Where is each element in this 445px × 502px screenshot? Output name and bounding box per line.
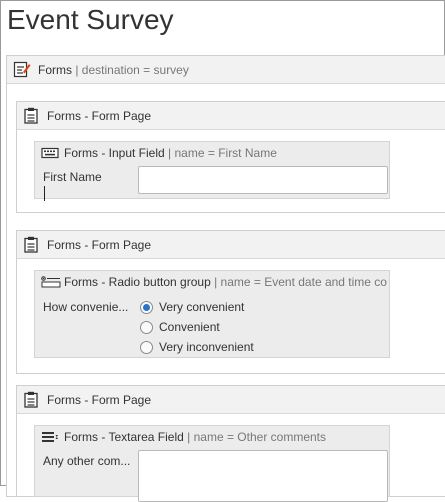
forms-header[interactable]: Forms | destination = survey [7, 56, 445, 84]
textarea-field-block: Forms - Textarea Field | name = Other co… [34, 425, 390, 502]
input-field-header-text: Forms - Input Field | name = First Name [64, 146, 277, 160]
form-page-1-label: Forms - Form Page [47, 109, 152, 123]
input-field-header[interactable]: Forms - Input Field | name = First Name [35, 142, 389, 163]
radio-button[interactable] [140, 341, 153, 354]
keyboard-icon [41, 147, 59, 159]
form-page-2: Forms - Form Page Forms - Radio button g… [16, 230, 445, 374]
radio-group-meta: | name = Event date and time co [214, 275, 387, 289]
comments-textarea[interactable] [138, 450, 388, 502]
forms-meta: | destination = survey [75, 63, 189, 77]
convenience-label: How convenie... [43, 300, 129, 314]
form-page-2-label: Forms - Form Page [47, 238, 152, 252]
radio-group-block: Forms - Radio button group | name = Even… [34, 270, 390, 358]
textarea-lines-icon [42, 432, 58, 442]
form-page-1: Forms - Form Page Forms - Input Field | … [16, 101, 445, 213]
radio-group-header-text: Forms - Radio button group | name = Even… [64, 275, 387, 289]
input-field-type: Forms - Input Field [64, 146, 165, 160]
clipboard-icon [24, 391, 38, 408]
radio-button-selected[interactable] [140, 301, 153, 314]
radio-option-label: Very inconvenient [159, 340, 254, 354]
first-name-label: First Name [43, 170, 102, 184]
input-field-meta: | name = First Name [168, 146, 277, 160]
form-page-3: Forms - Form Page Forms - Textarea Field… [16, 385, 445, 502]
form-edit-icon [13, 61, 31, 78]
textarea-field-header-text: Forms - Textarea Field | name = Other co… [64, 430, 326, 444]
textarea-field-type: Forms - Textarea Field [64, 430, 184, 444]
page-title: Event Survey [7, 4, 174, 35]
radio-option-label: Convenient [159, 320, 220, 334]
textarea-field-meta: | name = Other comments [187, 430, 326, 444]
input-field-block: Forms - Input Field | name = First Name … [34, 141, 390, 199]
radio-button[interactable] [140, 321, 153, 334]
form-page-3-header[interactable]: Forms - Form Page [17, 386, 445, 414]
radio-option-label: Very convenient [159, 300, 245, 314]
forms-header-text: Forms | destination = survey [38, 63, 189, 77]
forms-label: Forms [38, 63, 72, 77]
comments-label: Any other com... [43, 454, 131, 468]
form-page-2-header[interactable]: Forms - Form Page [17, 231, 445, 259]
clipboard-icon [24, 236, 38, 253]
clipboard-icon [24, 107, 38, 124]
first-name-input[interactable] [138, 166, 388, 194]
form-page-3-label: Forms - Form Page [47, 393, 152, 407]
form-page-1-header[interactable]: Forms - Form Page [17, 102, 445, 130]
radio-group-header[interactable]: Forms - Radio button group | name = Even… [35, 271, 389, 292]
text-cursor [44, 186, 45, 201]
radio-group-type: Forms - Radio button group [64, 275, 211, 289]
radio-list-icon [41, 276, 61, 288]
textarea-field-header[interactable]: Forms - Textarea Field | name = Other co… [35, 426, 389, 447]
